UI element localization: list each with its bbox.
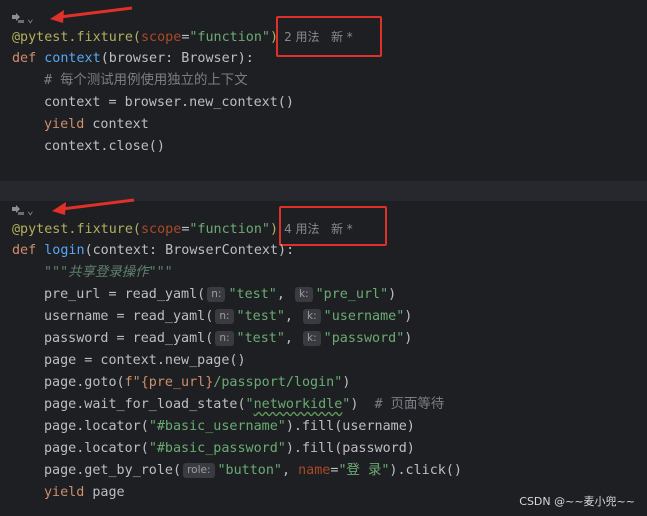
fixture-icon <box>12 205 24 215</box>
scope-value: "function" <box>189 222 270 237</box>
comment-line: # 每个测试用例使用独立的上下文 <box>44 73 248 88</box>
def-line: def login(context: BrowserContext): <box>12 243 295 258</box>
scope-param: scope <box>141 30 182 45</box>
docstring-line: """共享登录操作""" <box>44 265 173 280</box>
code-line: context.close() <box>44 139 165 154</box>
chevron-down-icon: ⌄ <box>27 203 34 217</box>
param-hint: k: <box>303 331 321 346</box>
fixture-gutter-icon[interactable]: ⌄ <box>11 203 34 217</box>
scope-value: "function" <box>189 30 270 45</box>
red-highlight-box <box>279 206 387 246</box>
code-line: context = browser.new_context() <box>44 95 294 110</box>
param-hint: k: <box>303 309 321 324</box>
watermark: CSDN @~~麦小兜~~ <box>519 495 635 508</box>
code-line: page.goto(f"{pre_url}/passport/login") <box>44 375 351 390</box>
yield-line: yield page <box>44 485 125 500</box>
code-line: page.locator("#basic_password").fill(pas… <box>44 441 415 456</box>
scope-param: scope <box>141 222 182 237</box>
function-name[interactable]: context <box>44 51 100 66</box>
red-arrow-icon <box>52 198 135 215</box>
fixture-icon <box>12 13 24 23</box>
code-line: username = read_yaml(n: "test", k: "userna… <box>44 309 413 324</box>
def-line: def context(browser: Browser): <box>12 51 254 66</box>
fixture-gutter-icon[interactable]: ⌄ <box>11 11 34 25</box>
decorator: @pytest.fixture( <box>12 30 141 45</box>
param-hint: k: <box>294 287 313 302</box>
param-hint: n: <box>215 331 234 346</box>
code-line: page = context.new_page() <box>44 353 246 368</box>
function-name[interactable]: login <box>44 243 84 258</box>
param-hint: role: <box>183 463 215 478</box>
red-arrow-icon <box>50 6 133 23</box>
code-line: page.wait_for_load_state("networkidle") … <box>44 397 445 412</box>
decorator: @pytest.fixture( <box>12 222 141 237</box>
yield-line: yield context <box>44 117 149 132</box>
typo-warning: networkidle <box>253 397 343 412</box>
code-line: page.locator("#basic_username").fill(use… <box>44 419 415 434</box>
code-editor[interactable]: ⌄ @pytest.fixture(scope="function") 2 用法 … <box>0 0 647 516</box>
code-line: page.get_by_role(role: "button", name="登 … <box>44 463 462 478</box>
code-line: pre_url = read_yaml(n: "test", k: "pre_url… <box>44 287 397 302</box>
red-highlight-box <box>276 16 382 57</box>
param-hint: n: <box>215 309 234 324</box>
code-line: password = read_yaml(n: "test", k: "passwo… <box>44 331 413 346</box>
param-hint: n: <box>207 287 226 302</box>
chevron-down-icon: ⌄ <box>27 11 34 25</box>
